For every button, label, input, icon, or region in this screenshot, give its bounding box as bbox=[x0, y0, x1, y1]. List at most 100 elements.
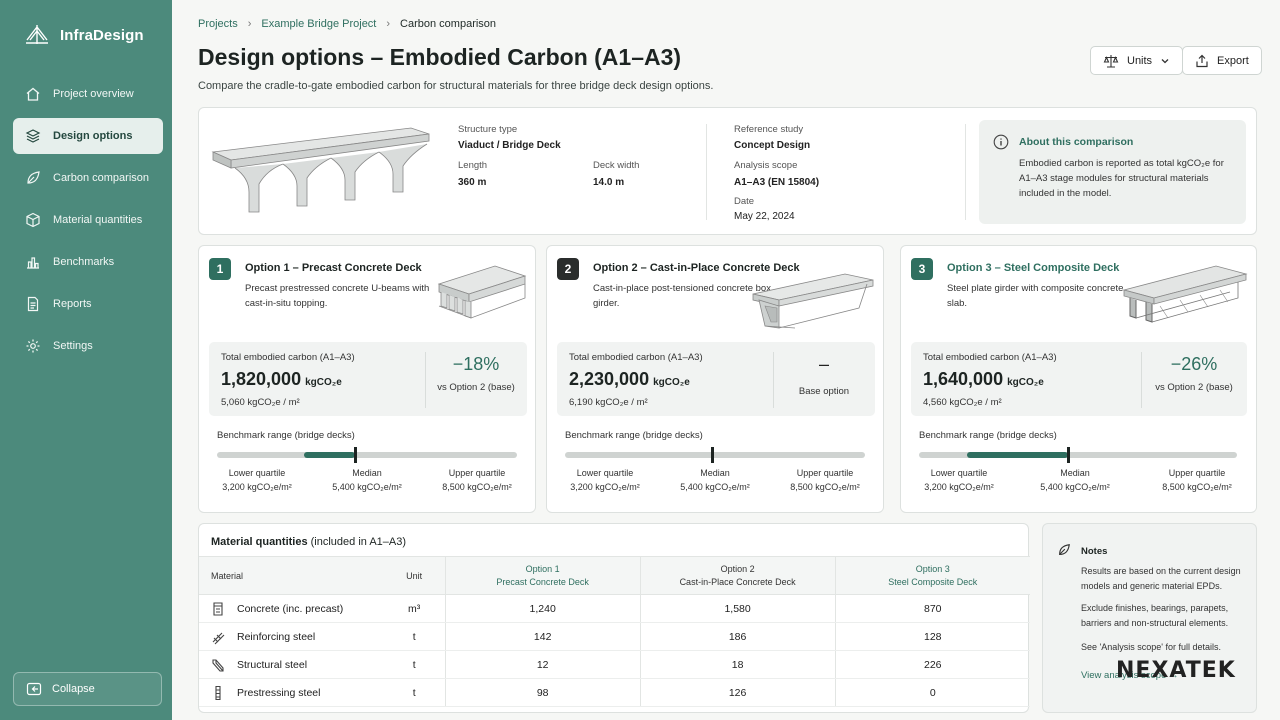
median: Median 5,400 kgCO₂e/m² bbox=[317, 466, 417, 494]
reference-study-label: Reference study bbox=[734, 124, 804, 135]
benchmark-fill bbox=[304, 452, 355, 458]
carbon-per-area: 4,560 kgCO₂e / m² bbox=[923, 397, 1002, 408]
sidebar-item-reports[interactable]: Reports bbox=[13, 286, 163, 322]
material-name: Concrete (inc. precast) bbox=[237, 602, 344, 615]
option-card-2[interactable]: 2 Option 2 – Cast-in-Place Concrete Deck… bbox=[546, 245, 884, 513]
sidebar-item-design-options[interactable]: Design options bbox=[13, 118, 163, 154]
option-1-cell: 98 bbox=[444, 678, 641, 707]
median: Median 5,400 kgCO₂e/m² bbox=[1025, 466, 1125, 494]
delta-reference: Base option bbox=[798, 386, 850, 397]
notes-paragraph-1: Results are based on the current design … bbox=[1081, 566, 1241, 591]
sidebar-item-label: Carbon comparison bbox=[53, 172, 149, 184]
length-label: Length bbox=[458, 160, 488, 171]
benchmark-fill bbox=[966, 452, 1069, 458]
concrete-icon bbox=[213, 601, 223, 616]
sidebar-item-carbon-comparison[interactable]: Carbon comparison bbox=[13, 160, 163, 196]
col-option-3: Option 3 Steel Composite Deck bbox=[834, 556, 1030, 595]
option-card-1[interactable]: 1 Option 1 – Precast Concrete Deck Preca… bbox=[198, 245, 536, 513]
col-option-2-title: Option 2 bbox=[720, 563, 755, 574]
col-option-3-sub: Steel Composite Deck bbox=[888, 576, 978, 587]
export-button[interactable]: Export bbox=[1182, 46, 1262, 75]
carbon-metric-panel: Total embodied carbon (A1–A3) 2,230,000 k… bbox=[557, 342, 875, 416]
median: Median 5,400 kgCO₂e/m² bbox=[665, 466, 765, 494]
col-option-1: Option 1 Precast Concrete Deck bbox=[444, 556, 641, 595]
median-value: 5,400 kgCO₂e/m² bbox=[1040, 482, 1110, 492]
lower-quartile-label: Lower quartile bbox=[576, 468, 634, 478]
reference-study-value: Concept Design bbox=[734, 140, 811, 151]
scale-icon bbox=[1103, 54, 1119, 68]
gear-icon bbox=[26, 339, 40, 353]
notes-title: Notes bbox=[1081, 546, 1108, 557]
option-number-badge: 1 bbox=[209, 258, 231, 280]
carbon-metric-panel: Total embodied carbon (A1–A3) 1,640,000 k… bbox=[911, 342, 1247, 416]
structure-type-label: Structure type bbox=[458, 124, 518, 135]
breadcrumb-project[interactable]: Example Bridge Project bbox=[261, 18, 376, 30]
upper-quartile-value: 8,500 kgCO₂e/m² bbox=[790, 482, 860, 492]
collapse-button[interactable]: Collapse bbox=[13, 672, 162, 706]
material-title-suffix: (included in A1–A3) bbox=[310, 536, 407, 548]
benchmark-label: Benchmark range (bridge decks) bbox=[919, 430, 1057, 441]
lower-quartile-value: 3,200 kgCO₂e/m² bbox=[222, 482, 292, 492]
option-1-cell: 12 bbox=[444, 650, 641, 679]
col-option-2: Option 2 Cast-in-Place Concrete Deck bbox=[639, 556, 836, 595]
divider bbox=[965, 124, 966, 220]
breadcrumb-projects[interactable]: Projects bbox=[198, 18, 238, 30]
brand[interactable]: InfraDesign bbox=[24, 22, 144, 48]
sidebar-item-benchmarks[interactable]: Benchmarks bbox=[13, 244, 163, 280]
chevron-down-icon bbox=[1161, 58, 1169, 63]
notes-paragraph-3: See 'Analysis scope' for full details. bbox=[1081, 642, 1222, 652]
sidebar-item-project-overview[interactable]: Project overview bbox=[13, 76, 163, 112]
collapse-label: Collapse bbox=[52, 683, 95, 695]
benchmark-track bbox=[565, 447, 865, 463]
sidebar-item-settings[interactable]: Settings bbox=[13, 328, 163, 364]
upper-quartile-label: Upper quartile bbox=[448, 468, 506, 478]
option-card-3[interactable]: 3 Option 3 – Steel Composite Deck Steel … bbox=[900, 245, 1257, 513]
benchmark-label: Benchmark range (bridge decks) bbox=[565, 430, 703, 441]
chevron-right-icon: › bbox=[247, 18, 252, 30]
option-2-cell: 126 bbox=[639, 678, 836, 707]
table-header-row: Material Unit Option 1 Precast Concrete D… bbox=[199, 556, 1030, 595]
sidebar-item-label: Project overview bbox=[53, 88, 134, 100]
carbon-per-area: 6,190 kgCO₂e / m² bbox=[569, 397, 648, 408]
median-label: Median bbox=[700, 468, 730, 478]
option-title: Option 3 – Steel Composite Deck bbox=[947, 262, 1120, 274]
divider bbox=[706, 124, 707, 220]
units-button[interactable]: Units bbox=[1090, 46, 1184, 75]
lower-quartile-value: 3,200 kgCO₂e/m² bbox=[570, 482, 640, 492]
page-title: Design options – Embodied Carbon (A1–A3) bbox=[198, 44, 682, 70]
material-cell: Prestressing steel bbox=[199, 678, 384, 707]
benchmark-track bbox=[919, 447, 1237, 463]
carbon-metric-panel: Total embodied carbon (A1–A3) 1,820,000 k… bbox=[209, 342, 527, 416]
total-carbon-number: 1,640,000 bbox=[923, 369, 1004, 389]
sidebar-item-label: Reports bbox=[53, 298, 92, 310]
app-name: InfraDesign bbox=[60, 26, 144, 44]
total-carbon-number: 2,230,000 bbox=[569, 369, 650, 389]
breadcrumb: Projects › Example Bridge Project › Carb… bbox=[198, 18, 496, 30]
about-title: About this comparison bbox=[1019, 136, 1134, 148]
leaf-icon bbox=[1059, 544, 1070, 555]
col-option-1-sub: Precast Concrete Deck bbox=[496, 576, 589, 587]
export-label: Export bbox=[1217, 54, 1249, 67]
table-row: Structural steel t 12 18 226 bbox=[199, 650, 1030, 679]
notes-paragraph-2: Exclude finishes, bearings, parapets, ba… bbox=[1081, 603, 1229, 628]
about-comparison-panel: About this comparison Embodied carbon is… bbox=[979, 120, 1246, 224]
sidebar-item-label: Material quantities bbox=[53, 214, 143, 226]
sidebar-item-label: Settings bbox=[53, 340, 93, 352]
total-carbon-label: Total embodied carbon (A1–A3) bbox=[221, 352, 355, 363]
material-quantities-title: Material quantities (included in A1–A3) bbox=[211, 536, 406, 548]
lower-quartile: Lower quartile 3,200 kgCO₂e/m² bbox=[909, 466, 1009, 494]
benchmark-label: Benchmark range (bridge decks) bbox=[217, 430, 355, 441]
sidebar-item-material-quantities[interactable]: Material quantities bbox=[13, 202, 163, 238]
option-description: Steel plate girder with composite concre… bbox=[947, 283, 1124, 309]
date-value: May 22, 2024 bbox=[734, 211, 795, 222]
collapse-icon bbox=[26, 682, 42, 696]
lower-quartile-label: Lower quartile bbox=[228, 468, 286, 478]
median-value: 5,400 kgCO₂e/m² bbox=[332, 482, 402, 492]
unit-cell: m³ bbox=[383, 594, 446, 623]
upper-quartile: Upper quartile 8,500 kgCO₂e/m² bbox=[775, 466, 875, 494]
material-quantities-table: Material Unit Option 1 Precast Concrete D… bbox=[199, 556, 1030, 707]
units-label: Units bbox=[1127, 54, 1153, 67]
material-name: Structural steel bbox=[237, 658, 308, 671]
analysis-scope-label: Analysis scope bbox=[734, 160, 798, 171]
material-cell: Reinforcing steel bbox=[199, 622, 384, 651]
